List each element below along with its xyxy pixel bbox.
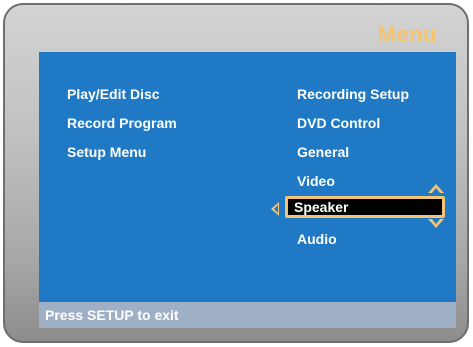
down-arrow-icon xyxy=(428,219,444,228)
submenu-item-audio[interactable]: Audio xyxy=(297,231,337,247)
left-arrow-icon xyxy=(271,202,279,216)
menu-item-record-program[interactable]: Record Program xyxy=(67,115,177,131)
submenu-item-dvd-control[interactable]: DVD Control xyxy=(297,115,380,131)
menu-title: Menu xyxy=(377,22,437,47)
submenu-item-general[interactable]: General xyxy=(297,144,349,160)
submenu-item-video[interactable]: Video xyxy=(297,173,335,189)
submenu-item-recording-setup[interactable]: Recording Setup xyxy=(297,86,409,102)
status-text: Press SETUP to exit xyxy=(45,307,179,323)
selected-item-label: Speaker xyxy=(294,199,349,215)
tv-frame: Menu Play/Edit Disc Record Program Setup… xyxy=(3,3,469,343)
menu-screen: Play/Edit Disc Record Program Setup Menu… xyxy=(39,52,456,328)
submenu-item-speaker-selected[interactable]: Speaker xyxy=(285,196,445,218)
menu-item-play-edit-disc[interactable]: Play/Edit Disc xyxy=(67,86,160,102)
status-bar: Press SETUP to exit xyxy=(39,302,456,328)
menu-item-setup-menu[interactable]: Setup Menu xyxy=(67,144,146,160)
up-arrow-icon xyxy=(428,184,444,193)
